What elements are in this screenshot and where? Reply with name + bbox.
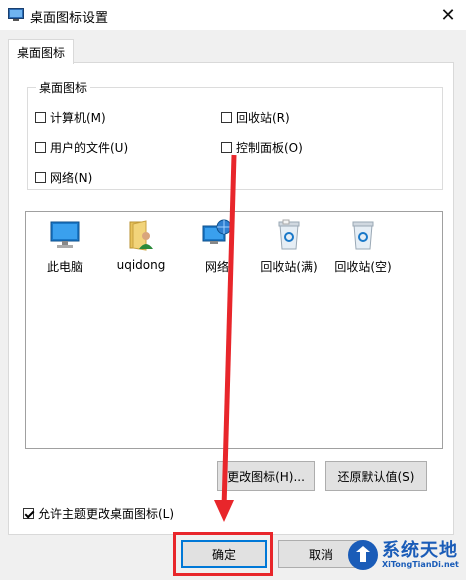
- checkbox-allow-theme-label: 允许主题更改桌面图标(L): [38, 507, 175, 521]
- network-icon: [202, 219, 232, 244]
- checkbox-user-files-label: 用户的文件(U): [50, 141, 129, 155]
- close-button[interactable]: ✕: [430, 0, 466, 30]
- checkbox-allow-theme-box[interactable]: [23, 508, 34, 519]
- checkbox-recycle-bin[interactable]: 回收站(R): [221, 109, 290, 126]
- checkbox-user-files[interactable]: 用户的文件(U): [35, 139, 128, 156]
- icon-list[interactable]: 此电脑 uqidong 网络 回收站(满) 回收站(空): [25, 211, 443, 449]
- tab-desktop-icons[interactable]: 桌面图标: [8, 39, 74, 64]
- window-title: 桌面图标设置: [30, 11, 109, 26]
- title-bar: 桌面图标设置 ✕: [0, 0, 466, 30]
- checkbox-network-box[interactable]: [35, 172, 46, 183]
- checkbox-recycle-bin-label: 回收站(R): [236, 111, 290, 125]
- watermark-brand: 系统天地: [382, 540, 458, 561]
- watermark: 系统天地 XiTongTianDi.net: [346, 536, 466, 580]
- user-folder-icon: [129, 220, 153, 251]
- icon-item-user-folder[interactable]: uqidong: [106, 218, 176, 272]
- computer-icon: [50, 221, 80, 248]
- annotation-highlight-box: [173, 532, 273, 576]
- icon-label: 网络: [204, 260, 229, 274]
- watermark-logo-icon: [348, 540, 378, 570]
- checkbox-network-label: 网络(N): [50, 171, 93, 185]
- checkbox-network[interactable]: 网络(N): [35, 169, 92, 186]
- change-icon-button[interactable]: 更改图标(H)...: [217, 461, 315, 491]
- checkbox-control-panel-label: 控制面板(O): [236, 141, 303, 155]
- tab-label: 桌面图标: [16, 45, 65, 60]
- close-icon: ✕: [440, 4, 456, 26]
- checkbox-computer[interactable]: 计算机(M): [35, 109, 106, 126]
- checkbox-computer-label: 计算机(M): [50, 111, 106, 125]
- icon-item-recycle-bin-empty[interactable]: 回收站(空): [328, 218, 398, 275]
- icon-label: 回收站(空): [334, 260, 392, 274]
- icon-item-this-pc[interactable]: 此电脑: [30, 218, 100, 275]
- recycle-bin-empty-icon: [352, 221, 374, 250]
- restore-default-button[interactable]: 还原默认值(S): [325, 461, 427, 491]
- checkbox-computer-box[interactable]: [35, 112, 46, 123]
- group-label: 桌面图标: [36, 79, 91, 96]
- watermark-url: XiTongTianDi.net: [382, 560, 459, 569]
- checkbox-allow-theme[interactable]: 允许主题更改桌面图标(L): [23, 505, 174, 522]
- icon-item-network[interactable]: 网络: [182, 218, 252, 275]
- desktop-settings-icon: [8, 8, 24, 21]
- icon-item-recycle-bin-full[interactable]: 回收站(满): [254, 218, 324, 275]
- dialog-body: 桌面图标 桌面图标 计算机(M) 回收站(R) 用户的文件(U) 控制面板(O)…: [0, 30, 466, 580]
- checkbox-control-panel-box[interactable]: [221, 142, 232, 153]
- icon-label: 此电脑: [46, 260, 83, 274]
- tab-panel: 桌面图标 计算机(M) 回收站(R) 用户的文件(U) 控制面板(O) 网络(N…: [8, 62, 454, 535]
- recycle-bin-full-icon: [278, 219, 300, 250]
- icon-label: uqidong: [116, 258, 166, 272]
- checkbox-control-panel[interactable]: 控制面板(O): [221, 139, 303, 156]
- icon-label: 回收站(满): [260, 260, 318, 274]
- checkbox-user-files-box[interactable]: [35, 142, 46, 153]
- checkbox-recycle-bin-box[interactable]: [221, 112, 232, 123]
